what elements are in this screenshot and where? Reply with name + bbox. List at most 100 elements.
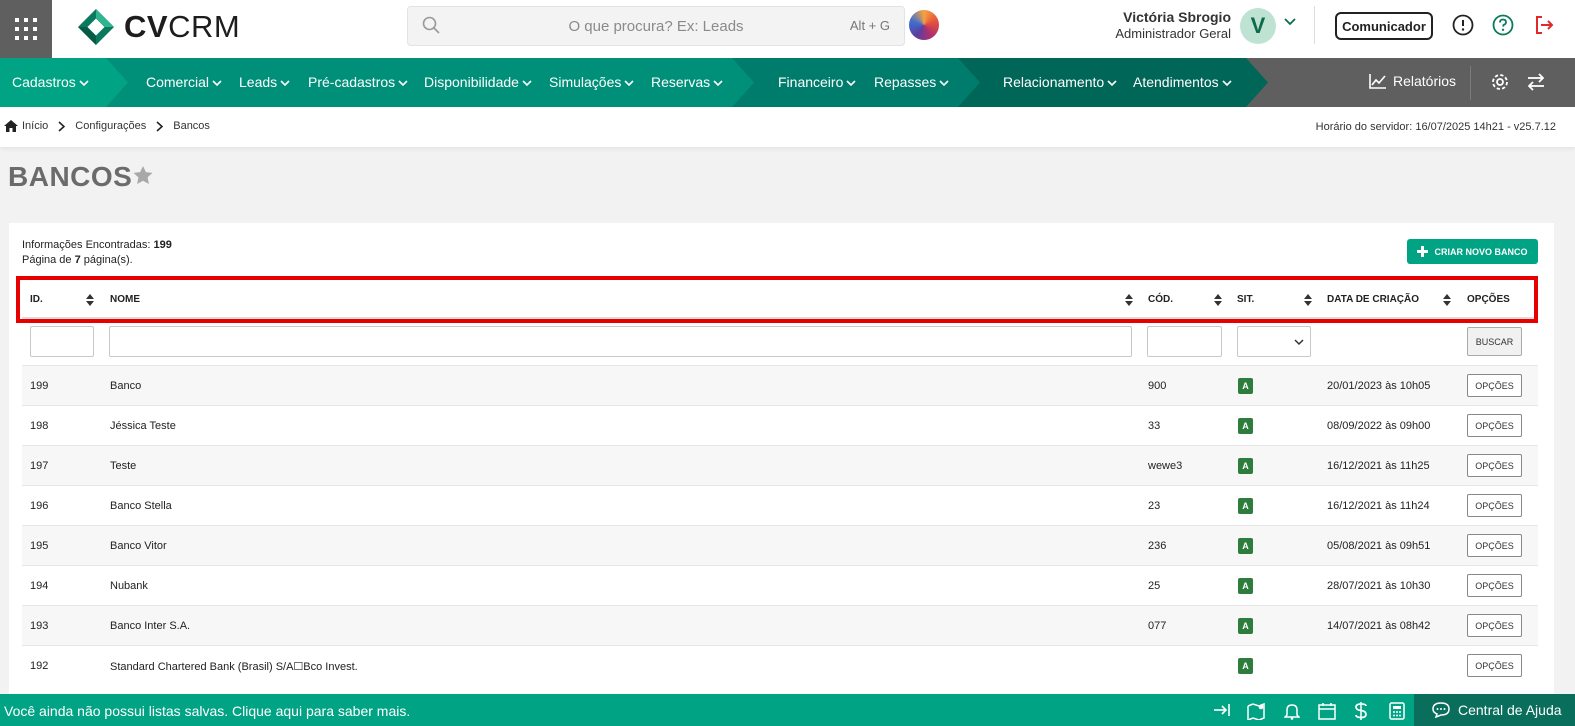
chevron-right-icon: [156, 120, 164, 132]
row-created: 28/07/2021 às 10h30: [1327, 580, 1431, 592]
filter-nome-input[interactable]: [109, 326, 1132, 357]
row-code: 236: [1148, 540, 1167, 552]
info-icon[interactable]: [1452, 14, 1474, 36]
breadcrumb-configuracoes[interactable]: Configurações: [75, 120, 146, 132]
chevron-down-icon: [1294, 339, 1304, 346]
row-options-button[interactable]: OPÇÕES: [1467, 534, 1522, 557]
status-badge: A: [1238, 658, 1253, 674]
row-code: 23: [1148, 500, 1161, 512]
sort-icon[interactable]: [1214, 294, 1222, 306]
nav-item-repasses[interactable]: Repasses: [874, 74, 949, 90]
plus-icon: [1417, 246, 1429, 257]
table-row[interactable]: 196 Banco Stella 23 A 16/12/2021 às 11h2…: [22, 485, 1538, 525]
filter-codigo-input[interactable]: [1147, 326, 1222, 357]
filter-situacao-select[interactable]: [1237, 326, 1311, 357]
status-badge: A: [1238, 618, 1253, 634]
avatar[interactable]: V: [1240, 8, 1276, 44]
breadcrumb-bancos: Bancos: [173, 120, 210, 132]
breadcrumb: Início Configurações Bancos: [4, 120, 210, 132]
nav-item-pre-cadastros[interactable]: Pré-cadastros: [308, 74, 408, 90]
user-info[interactable]: Victória Sbrogio Administrador Geral: [1115, 9, 1231, 41]
table-body: 199 Banco 900 A 20/01/2023 às 10h05 OPÇÕ…: [22, 365, 1538, 685]
calendar-icon[interactable]: [1318, 702, 1336, 720]
home-icon[interactable]: [4, 120, 18, 132]
global-search[interactable]: Alt + G: [407, 6, 905, 46]
sort-icon[interactable]: [1304, 294, 1312, 306]
nav-item-financeiro[interactable]: Financeiro: [778, 74, 856, 90]
table-row[interactable]: 199 Banco 900 A 20/01/2023 às 10h05 OPÇÕ…: [22, 365, 1538, 405]
nav-item-cadastros[interactable]: Cadastros: [12, 74, 89, 90]
table-row[interactable]: 192 Standard Chartered Bank (Brasil) S/A…: [22, 645, 1538, 685]
help-center-button[interactable]: Central de Ajuda: [1414, 694, 1575, 726]
sort-icon[interactable]: [1443, 294, 1451, 306]
row-id: 198: [30, 420, 49, 432]
row-options-button[interactable]: OPÇÕES: [1467, 494, 1522, 517]
logo-text: CVCRM: [124, 9, 241, 44]
nav-item-reservas[interactable]: Reservas: [651, 74, 723, 90]
column-header-id[interactable]: ID.: [30, 294, 43, 305]
row-code: 077: [1148, 620, 1167, 632]
arrow-to-line-icon[interactable]: [1213, 702, 1231, 718]
nav-item-atendimentos[interactable]: Atendimentos: [1133, 74, 1232, 90]
results-count: 199: [153, 239, 172, 251]
dollar-icon[interactable]: [1354, 702, 1368, 720]
filter-id-input[interactable]: [30, 326, 94, 357]
column-header-codigo[interactable]: CÓD.: [1148, 294, 1173, 305]
comunicador-button[interactable]: Comunicador: [1335, 12, 1433, 40]
column-header-data-criacao[interactable]: DATA DE CRIAÇÃO: [1327, 294, 1419, 305]
nav-item-relacionamento[interactable]: Relacionamento: [1003, 74, 1117, 90]
chevron-down-icon: [624, 80, 634, 86]
theme-orb-button[interactable]: [909, 10, 939, 40]
table-row[interactable]: 197 Teste wewe3 A 16/12/2021 às 11h25 OP…: [22, 445, 1538, 485]
nav-item-relatorios[interactable]: Relatórios: [1369, 73, 1456, 89]
row-created: 05/08/2021 às 09h51: [1327, 540, 1431, 552]
row-options-button[interactable]: OPÇÕES: [1467, 654, 1522, 677]
row-options-button[interactable]: OPÇÕES: [1467, 574, 1522, 597]
row-id: 197: [30, 460, 49, 472]
sort-icon[interactable]: [86, 294, 94, 306]
chevron-down-icon: [939, 80, 949, 86]
help-icon[interactable]: [1492, 14, 1514, 36]
nav-item-comercial[interactable]: Comercial: [146, 74, 222, 90]
row-options-button[interactable]: OPÇÕES: [1467, 614, 1522, 637]
table-row[interactable]: 194 Nubank 25 A 28/07/2021 às 10h30 OPÇÕ…: [22, 565, 1538, 605]
row-code: 25: [1148, 580, 1161, 592]
server-time: Horário do servidor: 16/07/2025 14h21 - …: [1315, 121, 1556, 133]
table-row[interactable]: 195 Banco Vitor 236 A 05/08/2021 às 09h5…: [22, 525, 1538, 565]
row-options-button[interactable]: OPÇÕES: [1467, 374, 1522, 397]
results-info: Informações Encontradas: 199 Página de 7…: [22, 239, 172, 266]
swap-arrows-icon[interactable]: [1526, 72, 1546, 92]
column-header-nome[interactable]: NOME: [110, 294, 140, 305]
saved-lists-message[interactable]: Você ainda não possui listas salvas. Cli…: [4, 703, 410, 719]
row-id: 196: [30, 500, 49, 512]
logout-icon[interactable]: [1533, 14, 1555, 36]
search-input[interactable]: [408, 7, 904, 45]
column-header-situacao[interactable]: SIT.: [1237, 294, 1254, 305]
table-row[interactable]: 198 Jéssica Teste 33 A 08/09/2022 às 09h…: [22, 405, 1538, 445]
star-icon[interactable]: [133, 166, 153, 185]
sort-icon[interactable]: [1125, 294, 1133, 306]
row-options-button[interactable]: OPÇÕES: [1467, 454, 1522, 477]
nav-item-simulacoes[interactable]: Simulações: [549, 74, 634, 90]
chevron-down-icon: [522, 80, 532, 86]
nav-item-leads[interactable]: Leads: [239, 74, 290, 90]
nav-divider: [1470, 66, 1471, 100]
row-created: 08/09/2022 às 09h00: [1327, 420, 1431, 432]
row-code: 900: [1148, 380, 1167, 392]
chevron-down-icon[interactable]: [1284, 18, 1296, 26]
row-name: Banco Stella: [110, 500, 172, 512]
bell-icon[interactable]: [1284, 702, 1300, 720]
cvcrm-logo[interactable]: CVCRM: [76, 6, 240, 48]
table-row[interactable]: 193 Banco Inter S.A. 077 A 14/07/2021 às…: [22, 605, 1538, 645]
create-bank-button[interactable]: CRIAR NOVO BANCO: [1407, 239, 1538, 264]
row-name: Banco Inter S.A.: [110, 620, 191, 632]
breadcrumb-inicio[interactable]: Início: [22, 120, 48, 132]
calculator-icon[interactable]: [1389, 702, 1405, 720]
nav-item-disponibilidade[interactable]: Disponibilidade: [424, 74, 532, 90]
apps-menu-button[interactable]: [0, 0, 52, 58]
map-pin-icon[interactable]: [1247, 702, 1267, 720]
chevron-down-icon: [79, 80, 89, 86]
search-button[interactable]: BUSCAR: [1467, 327, 1522, 356]
row-options-button[interactable]: OPÇÕES: [1467, 414, 1522, 437]
gear-icon[interactable]: [1490, 72, 1510, 92]
